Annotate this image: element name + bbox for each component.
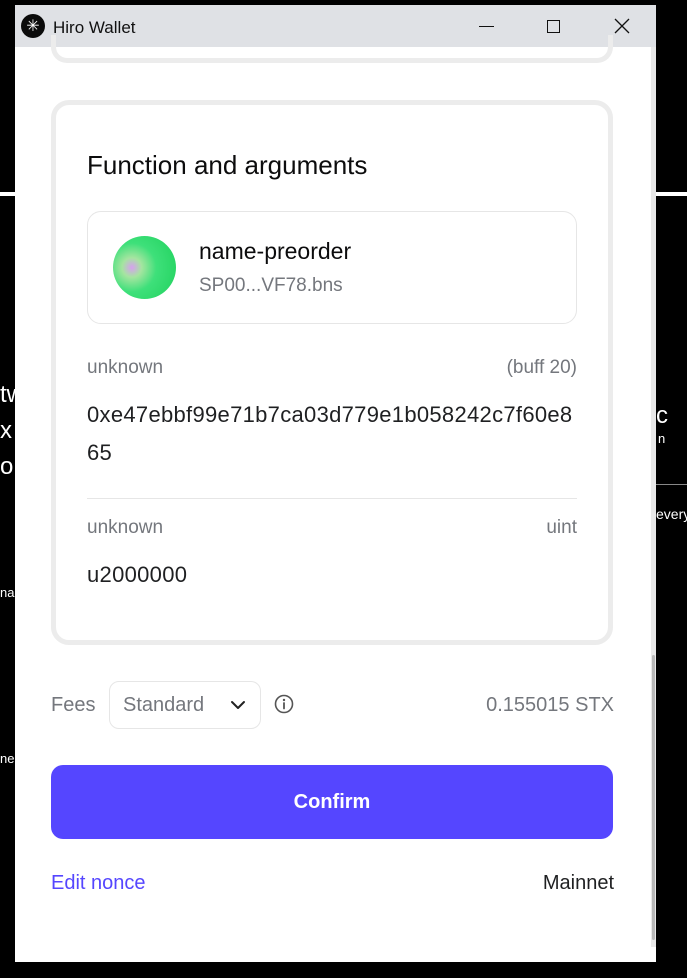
edit-nonce-link[interactable]: Edit nonce [51,872,146,895]
function-summary: name-preorder SP00...VF78.bns [87,211,577,324]
hiro-logo-icon: ✳ [21,14,45,38]
argument-name: unknown [87,517,164,538]
background-text-fragment: x [0,417,12,444]
function-arguments-card: Function and arguments name-preorder SP0… [51,100,613,645]
argument-value: u2000000 [87,562,188,587]
argument-value: 0xe47ebbf99e71b7ca03d779e1b058242c7f60e8… [87,402,573,465]
background-text-fragment: c [656,402,668,429]
background-text-fragment: ne [0,751,15,766]
argument-name: unknown [87,357,164,378]
previous-card-bottom [51,35,613,63]
background-divider [656,484,687,485]
argument-type: uint [546,517,577,538]
scrollbar-thumb[interactable] [652,655,655,940]
argument-type: (buff 20) [506,357,577,378]
fee-amount: 0.155015 STX [486,694,614,716]
maximize-icon [546,19,560,33]
argument-divider [87,498,577,499]
function-name: name-preorder [199,238,352,264]
fee-tier-select[interactable]: Standard [109,681,261,729]
card-title: Function and arguments [87,150,368,180]
minimize-icon [478,25,494,27]
fee-tier-value: Standard [123,693,205,716]
confirm-button[interactable]: Confirm [51,765,613,839]
contract-id: SP00...VF78.bns [199,275,343,296]
background-text-fragment: n [658,431,666,446]
close-icon [614,18,630,34]
network-label: Mainnet [542,872,614,894]
contract-avatar [113,236,176,299]
background-text-fragment: na [0,585,15,600]
info-icon[interactable] [274,694,294,714]
chevron-down-icon [231,701,245,709]
wallet-window: ✳ Hiro Wallet Function and arguments nam… [15,5,656,962]
background-text-fragment: every [656,506,687,522]
fees-label: Fees [51,694,96,716]
